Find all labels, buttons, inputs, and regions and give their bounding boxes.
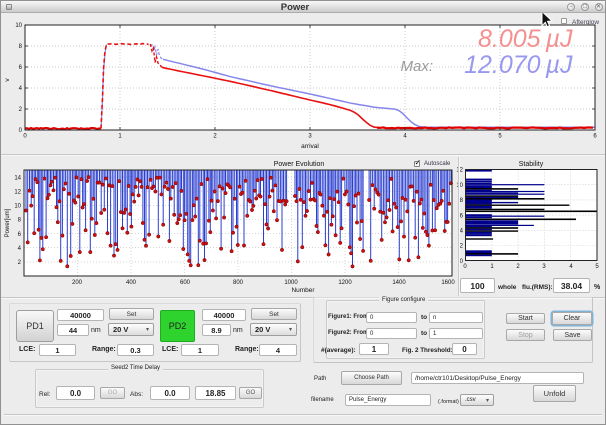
svg-text:400: 400 [126,280,137,286]
svg-text:3: 3 [308,134,312,140]
svg-text:2: 2 [516,264,520,270]
svg-text:2: 2 [460,244,464,250]
svg-text:4: 4 [403,134,407,140]
svg-text:1000: 1000 [284,280,298,286]
svg-text:1200: 1200 [338,280,352,286]
svg-text:0: 0 [23,134,27,140]
svg-text:12.070 µJ: 12.070 µJ [464,51,573,79]
svg-text:8: 8 [18,218,22,224]
svg-text:8: 8 [19,44,23,50]
svg-text:Power[um]: Power[um] [5,208,11,237]
svg-text:0: 0 [463,264,467,270]
svg-text:Number: Number [291,287,315,294]
svg-text:2: 2 [19,107,23,113]
svg-text:5: 5 [498,134,502,140]
svg-text:5: 5 [595,264,599,270]
svg-text:1600: 1600 [441,280,455,286]
svg-text:2: 2 [18,260,22,266]
svg-text:Max:: Max: [400,58,433,75]
svg-text:4: 4 [460,229,464,235]
svg-text:4: 4 [18,246,22,252]
svg-text:v: v [4,78,11,82]
svg-text:1400: 1400 [392,280,406,286]
svg-text:8: 8 [460,198,464,204]
svg-text:10: 10 [14,204,21,210]
svg-text:4: 4 [569,264,573,270]
svg-text:2: 2 [213,134,217,140]
svg-text:10: 10 [15,23,22,29]
svg-text:6: 6 [593,134,597,140]
svg-text:0: 0 [19,128,23,134]
svg-text:6: 6 [460,213,464,219]
svg-text:4: 4 [19,86,23,92]
svg-text:1: 1 [118,134,122,140]
svg-text:12: 12 [14,189,21,195]
svg-text:Stability: Stability [519,161,544,168]
svg-text:Power Evolution: Power Evolution [274,161,325,168]
svg-text:6: 6 [19,65,23,71]
svg-text:3: 3 [542,264,546,270]
svg-text:14: 14 [14,175,21,181]
svg-text:200: 200 [72,280,83,286]
svg-text:600: 600 [180,280,191,286]
svg-text:8.005 µJ: 8.005 µJ [478,25,573,53]
svg-text:arrival: arrival [301,143,319,150]
svg-text:6: 6 [18,232,22,238]
svg-text:800: 800 [233,280,244,286]
svg-text:1: 1 [490,264,494,270]
